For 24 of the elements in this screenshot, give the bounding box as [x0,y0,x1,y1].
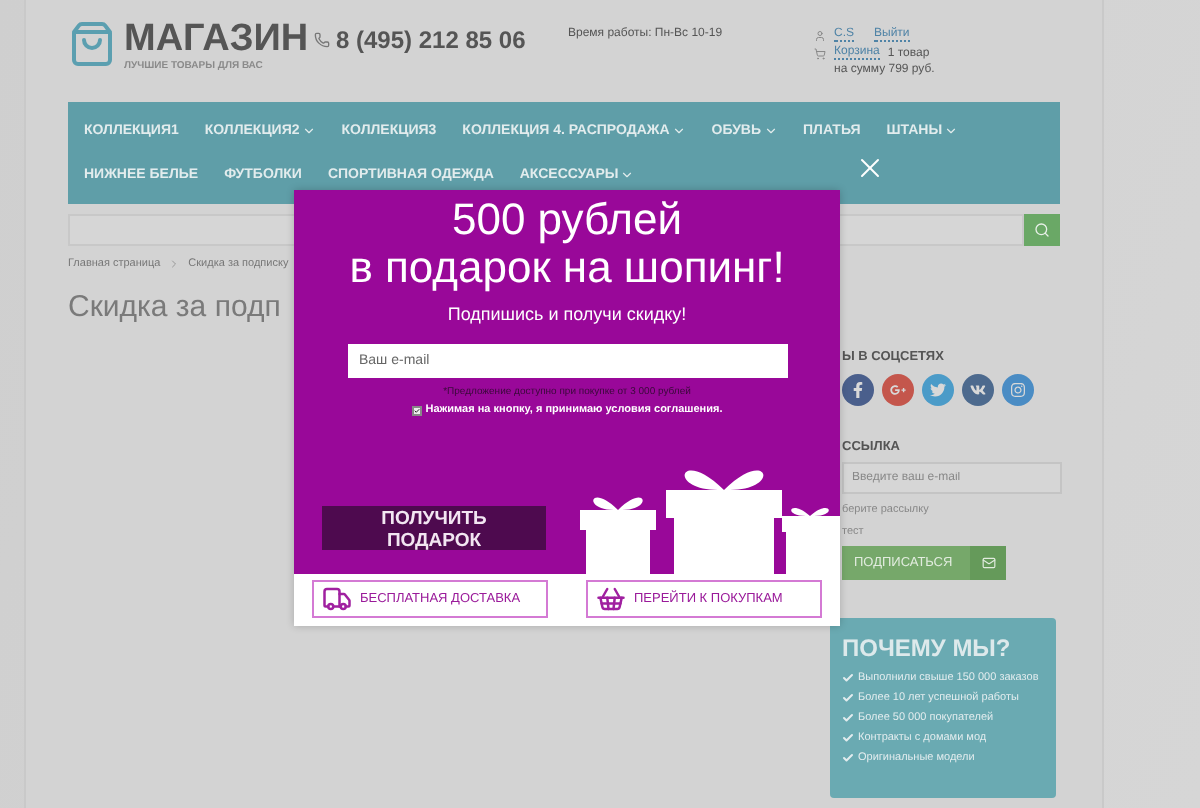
search-button[interactable] [1024,214,1060,246]
page-title: Скидка за подп [68,290,281,324]
search-icon [1034,222,1050,238]
popup-subtitle: Подпишись и получи скидку! [447,304,687,324]
get-gift-button[interactable]: ПОЛУЧИТЬ ПОДАРОК [322,506,546,550]
cart-icon [814,47,826,59]
truck-icon [322,584,352,614]
agree-checkbox[interactable] [411,405,422,415]
popup-title: 500 рублей [451,196,683,244]
user-icon [814,29,826,41]
chevron-icon [168,258,181,270]
mail-icon [981,556,995,570]
chevron-icon [944,124,959,139]
popup-title: в подарок на шопинг! [349,244,785,292]
logo-name: МАГАЗИН [124,20,309,60]
chevron-icon [620,167,635,182]
why-us-title: ПОЧЕМУ МЫ? [842,634,1013,662]
chevron-icon [301,124,316,139]
chevron-icon [763,124,778,139]
phone-icon [314,32,330,48]
phone-number: 8 (495) 212 85 06 [336,26,526,54]
chevron-icon [671,124,686,139]
basket-icon [596,584,626,614]
bag-logo-icon [68,20,116,68]
